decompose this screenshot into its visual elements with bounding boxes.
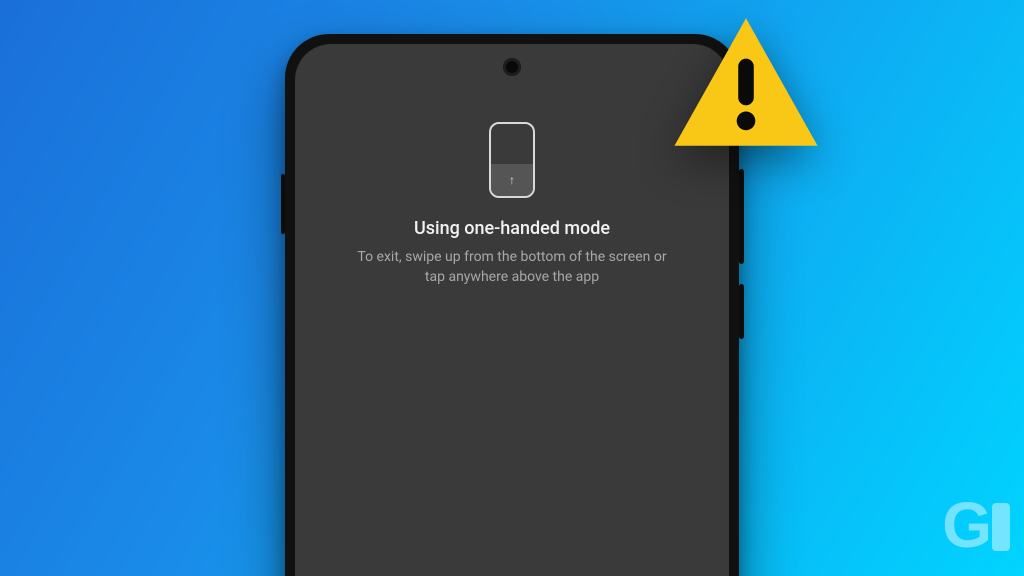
- brand-logo: G: [942, 488, 1006, 562]
- phone-screen[interactable]: ↑ Using one-handed mode To exit, swipe u…: [295, 44, 729, 576]
- one-handed-mode-hint[interactable]: ↑ Using one-handed mode To exit, swipe u…: [295, 44, 729, 288]
- one-handed-mode-title: Using one-handed mode: [295, 218, 729, 239]
- phone-button-power: [739, 284, 744, 339]
- one-handed-mode-icon: ↑: [489, 122, 535, 198]
- swipe-up-arrow-icon: ↑: [509, 174, 515, 186]
- empty-area[interactable]: [295, 288, 729, 576]
- punch-hole-camera: [503, 58, 521, 76]
- one-handed-mode-subtitle: To exit, swipe up from the bottom of the…: [357, 247, 667, 288]
- phone-button-left: [281, 174, 285, 234]
- phone-button-volume: [739, 169, 744, 264]
- phone-frame: ↑ Using one-handed mode To exit, swipe u…: [285, 34, 739, 576]
